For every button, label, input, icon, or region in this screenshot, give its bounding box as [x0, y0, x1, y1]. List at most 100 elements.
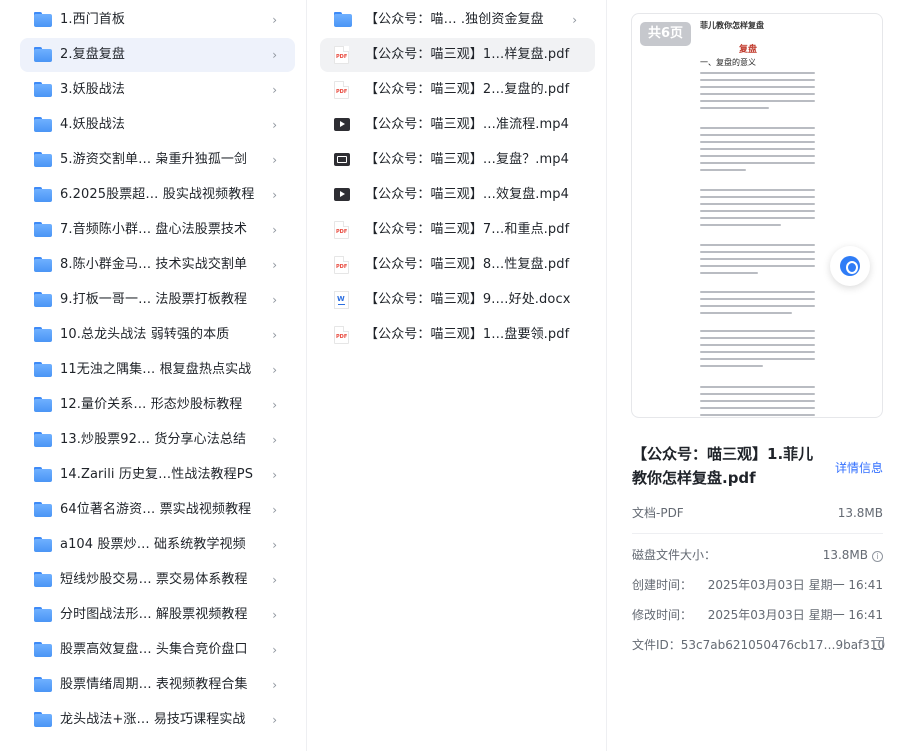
folder-icon: [34, 82, 52, 97]
folder-icon: [34, 607, 52, 622]
chevron-right-icon: ›: [272, 188, 277, 202]
folder-item[interactable]: 5.游资交割单… 枭重升独孤一剑 ›: [20, 143, 295, 177]
file-item[interactable]: W 【公众号：喵三观】9.…好处.docx: [320, 283, 595, 317]
pdf-icon: PDF: [334, 256, 349, 274]
file-label: 【公众号：喵三观】9.…好处.docx: [365, 292, 571, 307]
chevron-right-icon: ›: [272, 83, 277, 97]
pdf-icon: PDF: [334, 326, 349, 344]
file-details-panel: 共6页 菲儿教你怎样复盘 复盘 一、复盘的意义 【公众号：喵三观】1.菲儿教你怎…: [608, 0, 907, 751]
folder-item[interactable]: 7.音频陈小群… 盘心法股票技术 ›: [20, 213, 295, 247]
folder-item[interactable]: a104 股票炒… 础系统教学视频 ›: [20, 528, 295, 562]
folder-label: 5.游资交割单… 枭重升独孤一剑: [60, 152, 248, 167]
pdf-icon: PDF: [334, 221, 349, 239]
file-item[interactable]: PDF 【公众号：喵三观】8…性复盘.pdf: [320, 248, 595, 282]
folder-label: 短线炒股交易… 票交易体系教程: [60, 572, 248, 587]
folder-icon: [34, 432, 52, 447]
info-icon[interactable]: i: [872, 551, 883, 562]
file-label: 【公众号：喵三观】1…样复盘.pdf: [365, 47, 570, 62]
preview-paragraph: [700, 72, 815, 114]
folder-label: 股票高效复盘… 头集合竞价盘口: [60, 642, 248, 657]
video-icon: [334, 118, 350, 131]
folder-item[interactable]: 6.2025股票超… 股实战视频教程 ›: [20, 178, 295, 212]
folder-item[interactable]: 1.西门首板 ›: [20, 3, 295, 37]
folder-item[interactable]: 4.妖股战法 ›: [20, 108, 295, 142]
folder-label: 3.妖股战法: [60, 82, 126, 97]
preview-doc-title: 复盘: [739, 45, 758, 55]
folder-icon: [34, 257, 52, 272]
file-item-selected[interactable]: PDF 【公众号：喵三观】1…样复盘.pdf: [320, 38, 595, 72]
folder-item[interactable]: 9.打板一哥一… 法股票打板教程 ›: [20, 283, 295, 317]
chevron-right-icon: ›: [272, 608, 277, 622]
folder-icon: [34, 537, 52, 552]
document-preview[interactable]: 共6页 菲儿教你怎样复盘 复盘 一、复盘的意义: [631, 13, 883, 418]
assistant-float-button[interactable]: [830, 246, 870, 286]
file-item[interactable]: 【公众号：喵三观】…复盘？.mp4: [320, 143, 595, 177]
chevron-right-icon: ›: [272, 328, 277, 342]
folder-item[interactable]: 10.总龙头战法 弱转强的本质 ›: [20, 318, 295, 352]
preview-doc-section: 一、复盘的意义: [700, 58, 756, 67]
created-label: 创建时间：: [632, 578, 693, 592]
disk-size-label: 磁盘文件大小：: [632, 548, 717, 562]
details-info-link[interactable]: 详情信息: [835, 459, 883, 476]
pdf-icon: PDF: [334, 81, 349, 99]
folder-label: 13.炒股票92… 货分享心法总结: [60, 432, 247, 447]
chevron-right-icon: ›: [272, 713, 277, 727]
modified-label: 修改时间：: [632, 608, 693, 622]
page-count-badge: 共6页: [640, 22, 692, 46]
divider: [632, 533, 883, 534]
file-label: 【公众号：喵… .独创资金复盘: [365, 12, 544, 27]
folder-label: 9.打板一哥一… 法股票打板教程: [60, 292, 248, 307]
folder-item-selected[interactable]: 2.复盘复盘 ›: [20, 38, 295, 72]
chevron-right-icon: ›: [272, 13, 277, 27]
file-item[interactable]: 【公众号：喵三观】…效复盘.mp4: [320, 178, 595, 212]
folder-label: 1.西门首板: [60, 12, 126, 27]
folder-icon: [34, 117, 52, 132]
folder-item[interactable]: 3.妖股战法 ›: [20, 73, 295, 107]
subfolder-item[interactable]: 【公众号：喵… .独创资金复盘 ›: [320, 3, 595, 37]
chevron-right-icon: ›: [272, 118, 277, 132]
folder-icon: [34, 677, 52, 692]
file-item[interactable]: PDF 【公众号：喵三观】1…盘要领.pdf: [320, 318, 595, 352]
folder-item[interactable]: 8.陈小群金马… 技术实战交割单 ›: [20, 248, 295, 282]
folder-icon: [34, 222, 52, 237]
folder-item[interactable]: 12.量价关系… 形态炒股标教程 ›: [20, 388, 295, 422]
file-item[interactable]: 【公众号：喵三观】…准流程.mp4: [320, 108, 595, 142]
folder-icon: [34, 327, 52, 342]
folder-item[interactable]: 龙头战法+涨… 易技巧课程实战 ›: [20, 703, 295, 737]
file-item[interactable]: PDF 【公众号：喵三观】2…复盘的.pdf: [320, 73, 595, 107]
folder-item[interactable]: 股票情绪周期… 表视频教程合集 ›: [20, 668, 295, 702]
folder-item[interactable]: 分时图战法形… 解股票视频教程 ›: [20, 598, 295, 632]
chevron-right-icon: ›: [272, 643, 277, 657]
disk-size-value: 13.8MB: [822, 548, 868, 562]
folder-item[interactable]: 股票高效复盘… 头集合竞价盘口 ›: [20, 633, 295, 667]
chevron-right-icon: ›: [272, 398, 277, 412]
video-icon: [334, 188, 350, 201]
folder-label: 4.妖股战法: [60, 117, 126, 132]
preview-paragraph: [700, 244, 815, 279]
chevron-right-icon: ›: [272, 293, 277, 307]
file-item[interactable]: PDF 【公众号：喵三观】7…和重点.pdf: [320, 213, 595, 247]
preview-paragraph: [700, 330, 815, 372]
folder-icon: [34, 47, 52, 62]
folder-icon: [34, 642, 52, 657]
file-type: 文档-PDF: [632, 506, 684, 520]
folder-list-panel: 1.西门首板 › 2.复盘复盘 › 3.妖股战法 › 4.妖股战法 › 5.游资交割单……: [0, 0, 307, 751]
chevron-right-icon: ›: [272, 258, 277, 272]
folder-item[interactable]: 13.炒股票92… 货分享心法总结 ›: [20, 423, 295, 457]
file-id-label: 文件ID：: [632, 638, 681, 652]
folder-item[interactable]: 短线炒股交易… 票交易体系教程 ›: [20, 563, 295, 597]
folder-item[interactable]: 14.Zarili 历史复…性战法教程PS ›: [20, 458, 295, 492]
folder-icon: [334, 12, 352, 27]
chevron-right-icon: ›: [272, 468, 277, 482]
folder-icon: [34, 467, 52, 482]
copy-icon[interactable]: [873, 637, 884, 650]
folder-label: 12.量价关系… 形态炒股标教程: [60, 397, 243, 412]
folder-item[interactable]: 64位著名游资… 票实战视频教程 ›: [20, 493, 295, 527]
created-value: 2025年03月03日 星期一 16:41: [707, 578, 883, 592]
chevron-right-icon: ›: [272, 153, 277, 167]
file-label: 【公众号：喵三观】8…性复盘.pdf: [365, 257, 570, 272]
folder-item[interactable]: 11无浊之隅集… 根复盘热点实战 ›: [20, 353, 295, 387]
folder-icon: [34, 187, 52, 202]
folder-label: 10.总龙头战法 弱转强的本质: [60, 327, 230, 342]
chevron-right-icon: ›: [272, 223, 277, 237]
